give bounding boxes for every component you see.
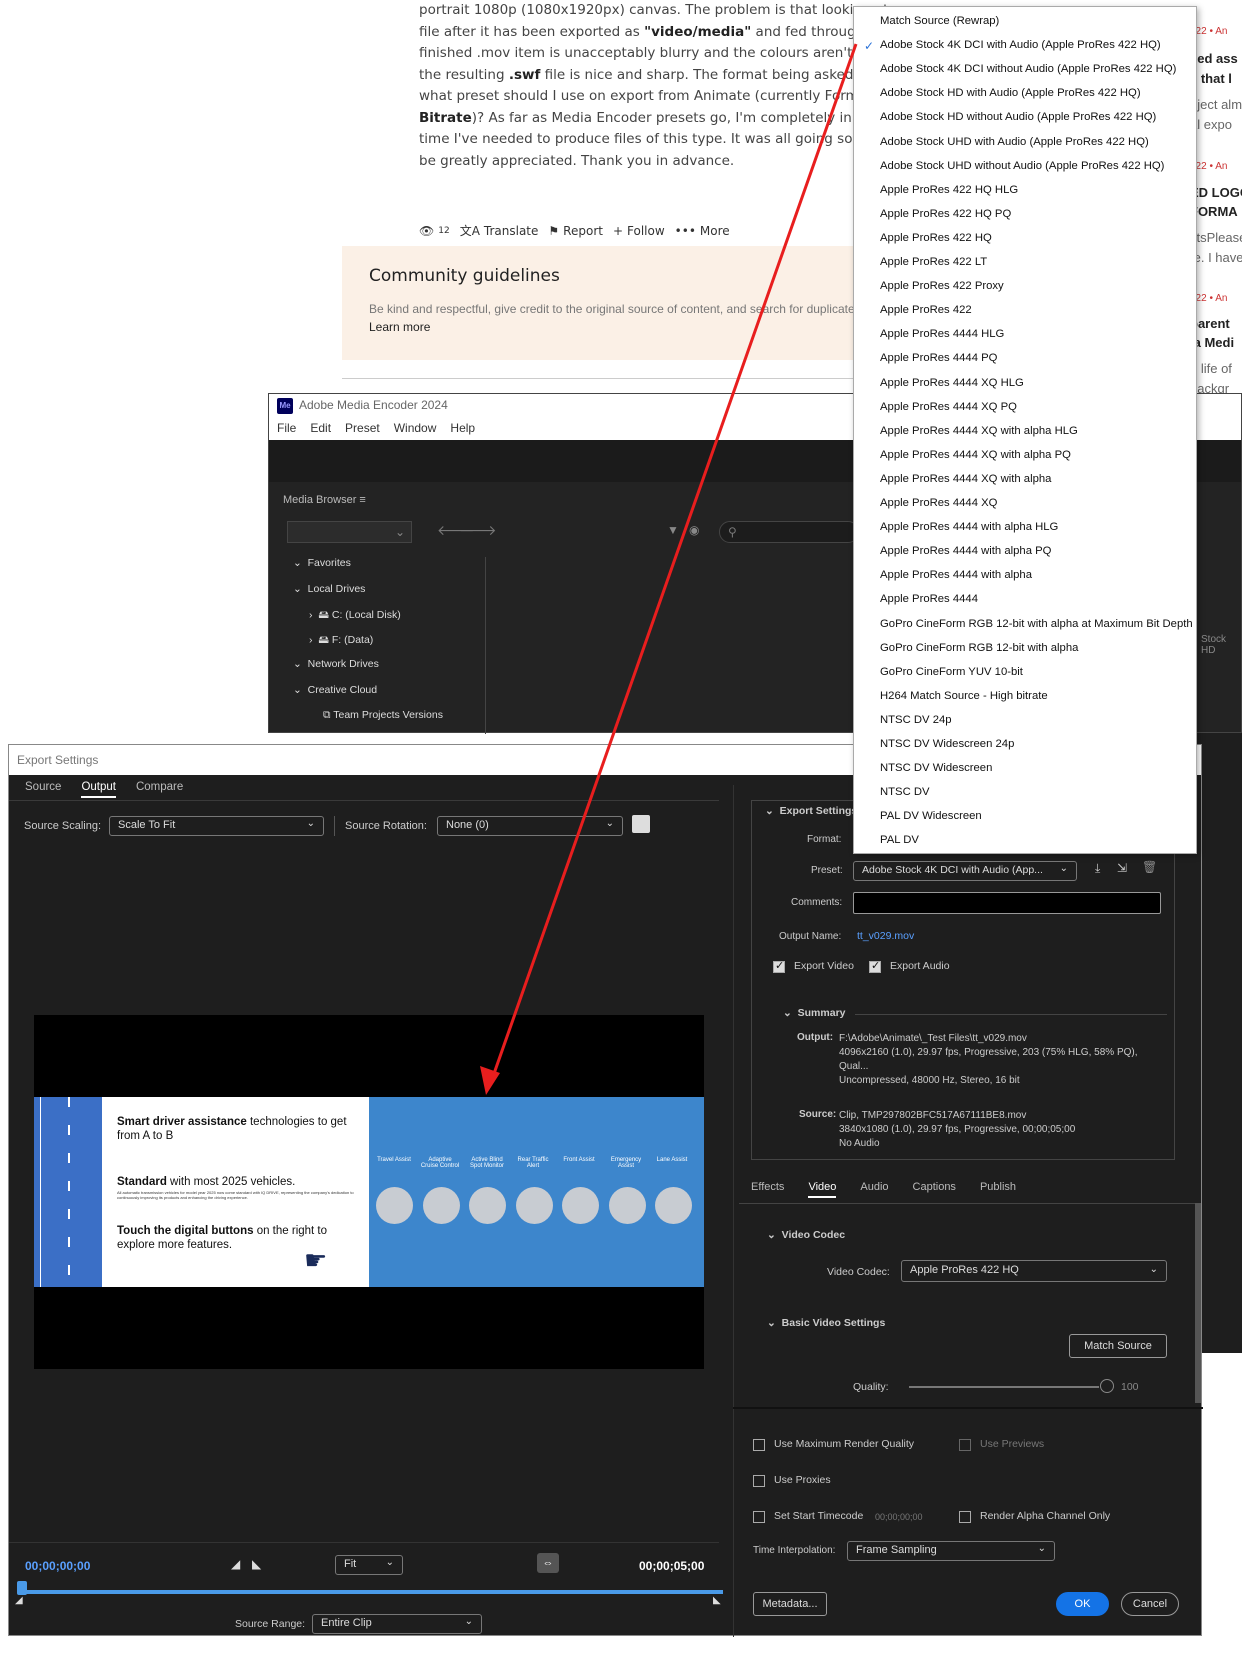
- annotation-arrow: [480, 43, 858, 1095]
- arrow-head: [480, 1066, 500, 1095]
- arrow-shaft: [488, 43, 858, 1086]
